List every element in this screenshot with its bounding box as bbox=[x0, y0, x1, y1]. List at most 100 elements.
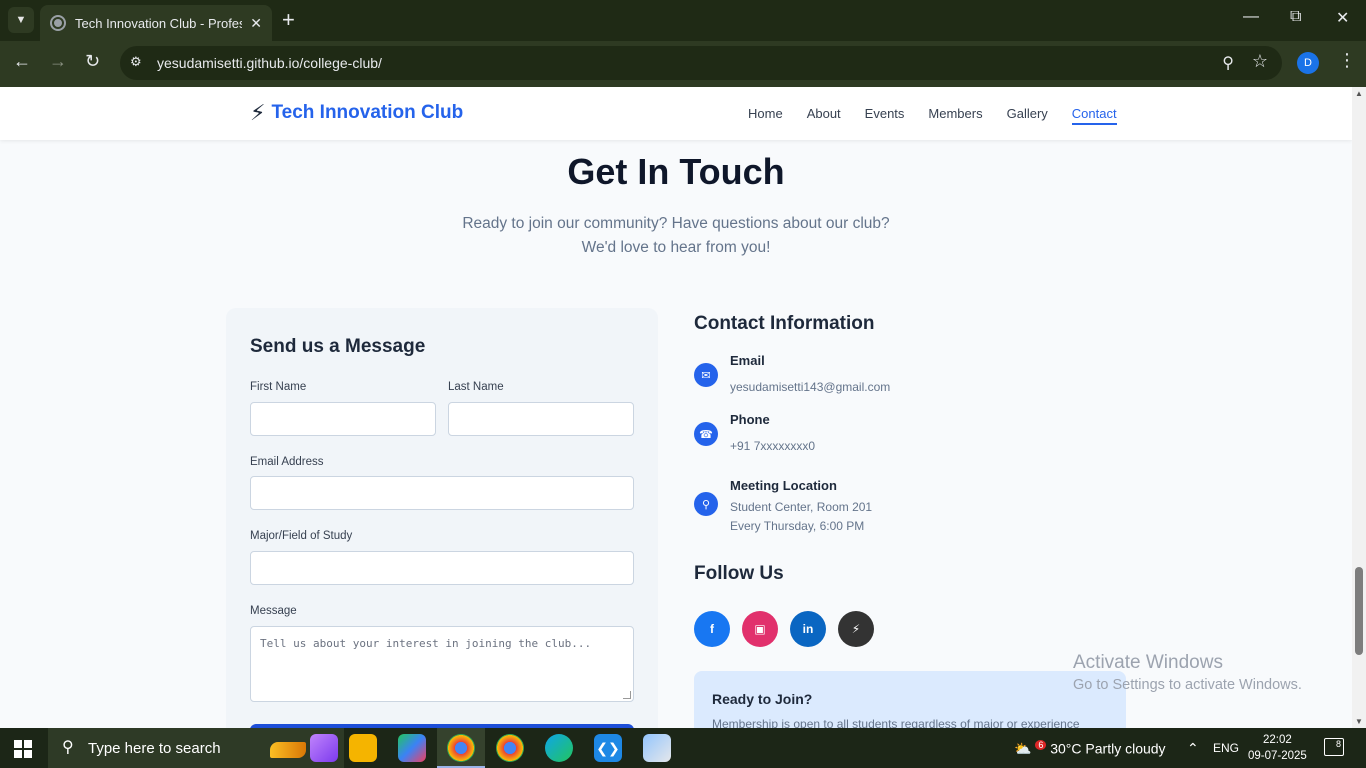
phone-icon: ☎ bbox=[694, 422, 718, 446]
nav-members[interactable]: Members bbox=[928, 106, 982, 125]
nav-gallery[interactable]: Gallery bbox=[1007, 106, 1048, 125]
last-name-label: Last Name bbox=[448, 381, 504, 393]
email-info-value[interactable]: yesudamisetti143@gmail.com bbox=[730, 380, 890, 394]
site-info-icon[interactable]: ⚙ bbox=[130, 54, 142, 70]
reload-button[interactable]: ↻ bbox=[85, 51, 100, 72]
facebook-icon[interactable]: f bbox=[694, 611, 730, 647]
new-tab-button[interactable]: + bbox=[282, 8, 295, 32]
message-form-card: Send us a Message First Name Last Name E… bbox=[226, 308, 658, 728]
search-icon: ⚲ bbox=[62, 739, 74, 756]
notepad-icon[interactable] bbox=[643, 734, 671, 762]
weather-text: 30°C Partly cloudy bbox=[1050, 740, 1166, 757]
weather-icon: ⛅ bbox=[1014, 740, 1032, 757]
browser-tab[interactable]: Tech Innovation Club - Professio ✕ bbox=[40, 5, 272, 41]
ready-to-join-card: Ready to Join? Membership is open to all… bbox=[694, 671, 1126, 728]
location-info-label: Meeting Location bbox=[730, 478, 837, 493]
chrome-profile-icon[interactable] bbox=[496, 734, 524, 762]
search-highlight-image bbox=[270, 742, 306, 758]
location-line-1: Student Center, Room 201 bbox=[730, 500, 873, 514]
minimize-button[interactable]: — bbox=[1243, 8, 1259, 26]
windows-taskbar: ⚲ Type here to search ❮❯ ⛅ 6 30°C Partly… bbox=[0, 728, 1366, 768]
email-info-label: Email bbox=[730, 353, 765, 368]
watermark-line-2: Go to Settings to activate Windows. bbox=[1073, 677, 1302, 693]
first-name-label: First Name bbox=[250, 381, 307, 393]
browser-toolbar: ← → ↻ ⚙ yesudamisetti.github.io/college-… bbox=[0, 41, 1366, 87]
close-tab-icon[interactable]: ✕ bbox=[250, 15, 262, 32]
restore-button[interactable]: ⧉ bbox=[1290, 8, 1301, 26]
edge-icon[interactable] bbox=[545, 734, 573, 762]
copilot-icon[interactable] bbox=[398, 734, 426, 762]
notification-count: 8 bbox=[1335, 739, 1341, 749]
major-input[interactable] bbox=[250, 551, 634, 585]
close-window-button[interactable]: ✕ bbox=[1336, 8, 1349, 28]
taskbar-search-placeholder: Type here to search bbox=[88, 740, 221, 757]
clock-time: 22:02 bbox=[1263, 734, 1292, 746]
browser-tab-bar: ▼ Tech Innovation Club - Professio ✕ + —… bbox=[0, 0, 1366, 41]
contact-heading: Get In Touch bbox=[567, 151, 785, 192]
address-bar[interactable]: ⚙ yesudamisetti.github.io/college-club/ … bbox=[120, 46, 1282, 80]
email-input[interactable] bbox=[250, 476, 634, 510]
tray-expand-icon[interactable]: ⌃ bbox=[1187, 740, 1199, 757]
logo-text: Tech Innovation Club bbox=[271, 102, 464, 123]
bolt-logo-icon: ⚡ bbox=[250, 100, 266, 125]
back-button[interactable]: ← bbox=[13, 51, 31, 72]
first-name-input[interactable] bbox=[250, 402, 436, 436]
site-header: ⚡ Tech Innovation Club Home About Events… bbox=[0, 87, 1352, 140]
tab-search-button[interactable]: ▼ bbox=[8, 7, 34, 33]
url-text[interactable]: yesudamisetti.github.io/college-club/ bbox=[157, 55, 382, 71]
vscode-icon[interactable]: ❮❯ bbox=[594, 734, 622, 762]
join-text: Membership is open to all students regar… bbox=[712, 717, 1080, 728]
language-indicator[interactable]: ENG bbox=[1213, 741, 1239, 755]
taskbar-search[interactable]: ⚲ Type here to search bbox=[48, 728, 344, 768]
chrome-icon[interactable] bbox=[447, 734, 475, 762]
map-pin-icon: ⚲ bbox=[694, 492, 718, 516]
page-viewport: ⚡ Tech Innovation Club Home About Events… bbox=[0, 87, 1352, 728]
file-explorer-icon[interactable] bbox=[349, 734, 377, 762]
nav-contact[interactable]: Contact bbox=[1071, 106, 1117, 125]
page-scrollbar[interactable]: ▲ ▼ bbox=[1352, 87, 1366, 728]
message-placeholder: Tell us about your interest in joining t… bbox=[260, 637, 592, 650]
contact-subtitle: Ready to join our community? Have questi… bbox=[462, 215, 890, 256]
scroll-up-arrow-icon[interactable]: ▲ bbox=[1355, 89, 1363, 98]
last-name-input[interactable] bbox=[448, 402, 634, 436]
scroll-down-arrow-icon[interactable]: ▼ bbox=[1355, 717, 1363, 726]
globe-icon bbox=[50, 15, 66, 31]
clock-date: 09-07-2025 bbox=[1248, 750, 1307, 762]
scroll-thumb[interactable] bbox=[1355, 567, 1363, 655]
notification-center-icon[interactable]: 8 bbox=[1324, 738, 1344, 756]
bookmark-star-icon[interactable]: ☆ bbox=[1252, 51, 1268, 72]
nav-about[interactable]: About bbox=[807, 106, 841, 125]
site-logo[interactable]: ⚡ Tech Innovation Club bbox=[250, 101, 463, 125]
form-title: Send us a Message bbox=[250, 336, 426, 357]
weather-badge: 6 bbox=[1035, 740, 1047, 750]
location-line-2: Every Thursday, 6:00 PM bbox=[730, 519, 865, 533]
bolt-icon[interactable]: ⚡ bbox=[838, 611, 874, 647]
tab-title: Tech Innovation Club - Professio bbox=[75, 15, 242, 31]
message-label: Message bbox=[250, 605, 297, 617]
zoom-icon[interactable]: ⚲ bbox=[1222, 53, 1234, 73]
major-label: Major/Field of Study bbox=[250, 530, 353, 542]
phone-info-value[interactable]: +91 7xxxxxxxx0 bbox=[730, 439, 815, 453]
resize-handle-icon[interactable] bbox=[623, 691, 631, 699]
message-textarea[interactable]: Tell us about your interest in joining t… bbox=[250, 626, 634, 702]
weather-widget[interactable]: ⛅ 6 30°C Partly cloudy bbox=[1014, 740, 1166, 758]
activate-windows-watermark: Activate Windows Go to Settings to activ… bbox=[1073, 652, 1302, 693]
main-nav: Home About Events Members Gallery Contac… bbox=[748, 106, 1141, 125]
envelope-icon: ✉ bbox=[694, 363, 718, 387]
follow-us-title: Follow Us bbox=[694, 563, 784, 584]
phone-info-label: Phone bbox=[730, 412, 770, 427]
watermark-line-1: Activate Windows bbox=[1073, 652, 1223, 673]
nav-events[interactable]: Events bbox=[865, 106, 905, 125]
browser-menu-icon[interactable]: ⋮ bbox=[1338, 50, 1356, 71]
instagram-icon[interactable]: ▣ bbox=[742, 611, 778, 647]
profile-avatar[interactable]: D bbox=[1297, 52, 1319, 74]
system-clock[interactable]: 22:02 09-07-2025 bbox=[1248, 732, 1307, 764]
contact-info-title: Contact Information bbox=[694, 313, 875, 334]
join-title: Ready to Join? bbox=[712, 691, 813, 707]
linkedin-icon[interactable]: in bbox=[790, 611, 826, 647]
forward-button[interactable]: → bbox=[49, 51, 67, 72]
search-highlight-icon bbox=[310, 734, 338, 762]
nav-home[interactable]: Home bbox=[748, 106, 783, 125]
windows-start-icon[interactable] bbox=[14, 740, 32, 758]
email-label: Email Address bbox=[250, 456, 324, 468]
